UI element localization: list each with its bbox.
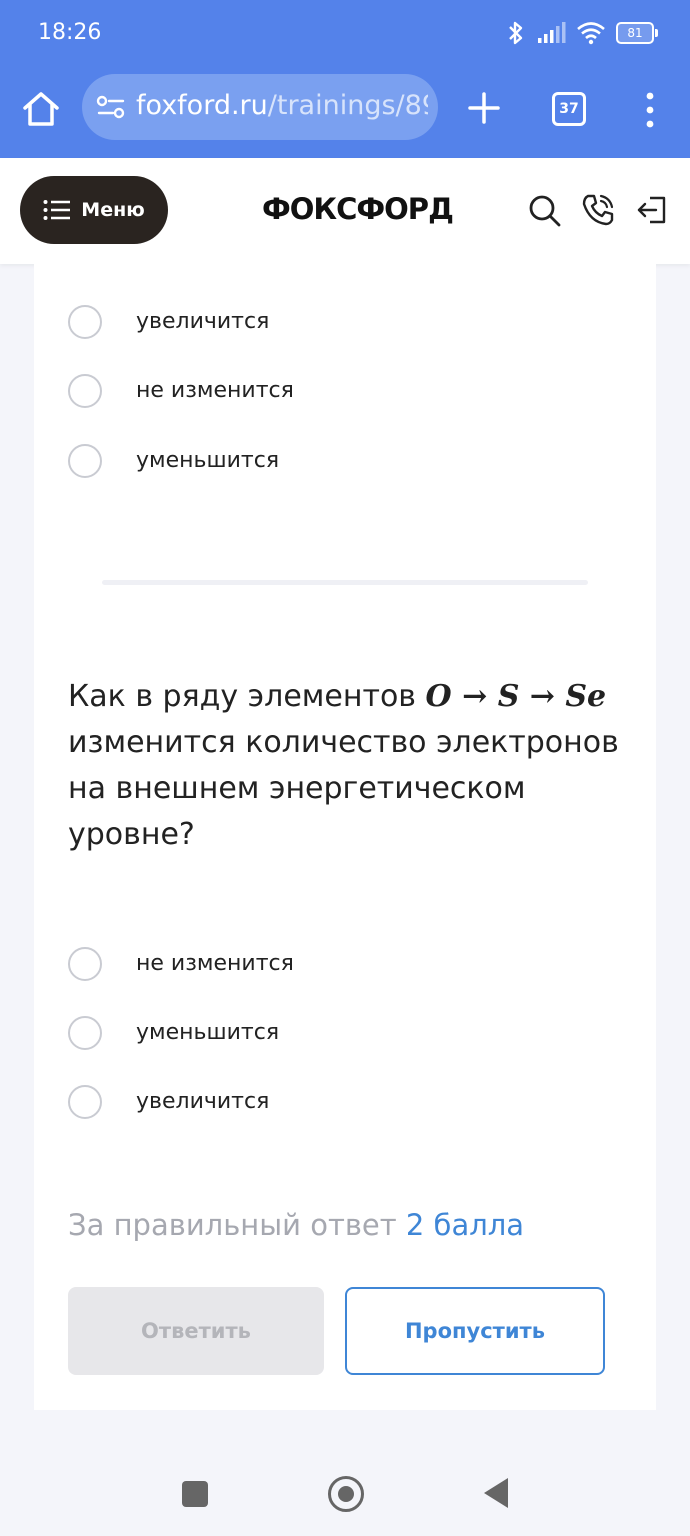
radio-button[interactable] <box>68 305 102 339</box>
training-card: увеличится не изменится уменьшится Как в… <box>34 264 656 1410</box>
question-text-after: изменится количество электронов на внешн… <box>68 725 619 852</box>
signal-icon <box>538 22 566 43</box>
search-icon[interactable] <box>526 192 562 228</box>
question-divider <box>102 580 588 585</box>
option-label: не изменится <box>136 378 294 403</box>
prev-option-2[interactable]: не изменится <box>68 371 294 411</box>
back-icon[interactable] <box>484 1478 508 1508</box>
browser-toolbar: foxford.ru/trainings/89 37 <box>0 66 690 158</box>
status-icons: 81 <box>506 18 658 48</box>
radio-button[interactable] <box>68 374 102 408</box>
answer-button[interactable]: Ответить <box>68 1287 324 1375</box>
question-formula: O → S → Se <box>425 679 607 714</box>
answer-option-3[interactable]: увеличится <box>68 1082 269 1122</box>
menu-label: Меню <box>81 199 145 221</box>
url-domain: foxford.ru <box>136 90 268 121</box>
status-time: 18:26 <box>38 20 102 45</box>
url-path: /trainings/89 <box>267 90 428 121</box>
status-bar: 18:26 81 <box>0 0 690 66</box>
tab-switcher-button[interactable]: 37 <box>552 92 586 126</box>
menu-button[interactable]: Меню <box>20 176 168 244</box>
recents-icon[interactable] <box>182 1481 208 1507</box>
answer-option-1[interactable]: не изменится <box>68 944 294 984</box>
battery-icon: 81 <box>616 22 658 44</box>
system-nav-bar <box>0 1440 690 1536</box>
logo[interactable]: ФОКСФОРД <box>262 192 454 226</box>
skip-button[interactable]: Пропустить <box>345 1287 605 1375</box>
answer-option-2[interactable]: уменьшится <box>68 1013 279 1053</box>
home-nav-icon[interactable] <box>328 1476 364 1512</box>
points-info: За правильный ответ 2 балла <box>68 1208 524 1242</box>
site-header: Меню ФОКСФОРД <box>0 158 690 264</box>
radio-button[interactable] <box>68 444 102 478</box>
option-label: уменьшится <box>136 448 280 473</box>
login-icon[interactable] <box>634 192 670 228</box>
question-text-before: Как в ряду элементов <box>68 679 426 714</box>
url-bar[interactable]: foxford.ru/trainings/89 <box>82 74 438 140</box>
option-label: увеличится <box>136 309 270 334</box>
more-options-icon[interactable] <box>640 90 660 130</box>
prev-option-1[interactable]: увеличится <box>68 302 269 342</box>
question-text: Как в ряду элементов O → S → Se изменитс… <box>68 674 628 858</box>
new-tab-icon[interactable] <box>464 88 504 128</box>
site-settings-icon[interactable] <box>96 94 126 120</box>
wifi-icon <box>577 22 605 45</box>
points-value: 2 балла <box>405 1208 525 1242</box>
bluetooth-icon <box>509 21 523 45</box>
url-text[interactable]: foxford.ru/trainings/89 <box>136 90 428 121</box>
radio-button[interactable] <box>68 1085 102 1119</box>
option-label: увеличится <box>136 1089 270 1114</box>
prev-option-3[interactable]: уменьшится <box>68 441 279 481</box>
home-icon[interactable] <box>20 88 62 130</box>
option-label: не изменится <box>136 951 294 976</box>
menu-icon <box>43 200 71 220</box>
option-label: уменьшится <box>136 1020 280 1045</box>
radio-button[interactable] <box>68 1016 102 1050</box>
radio-button[interactable] <box>68 947 102 981</box>
points-prefix: За правильный ответ <box>68 1208 406 1242</box>
phone-icon[interactable] <box>580 192 616 228</box>
